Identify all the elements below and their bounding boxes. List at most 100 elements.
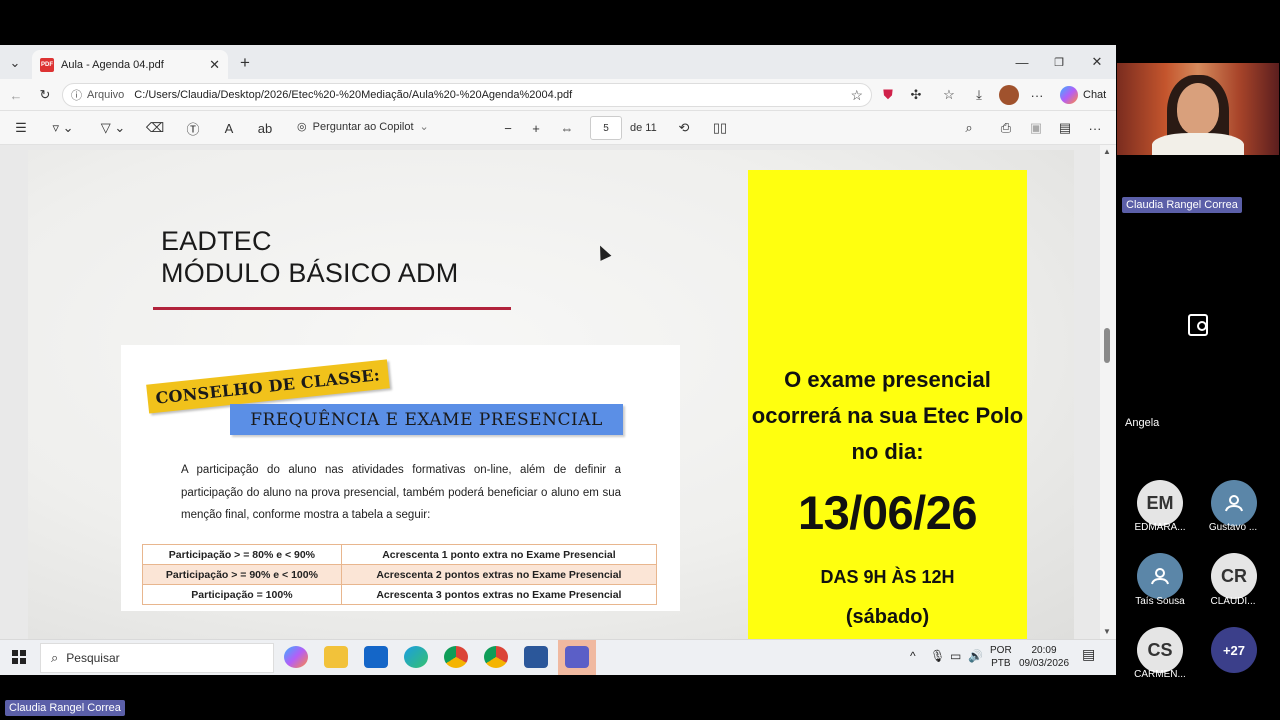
volume-icon[interactable]: 🔊 (968, 650, 983, 663)
profile-avatar[interactable] (999, 85, 1019, 105)
taskbar-search[interactable]: ⌕ Pesquisar (40, 643, 274, 673)
table-cell: Participação = 100% (142, 584, 342, 605)
table-row: Participação > = 90% e < 100% Acrescenta… (142, 564, 658, 585)
page-total: de 11 (630, 122, 657, 134)
extension-icon[interactable]: ⛊ (880, 87, 896, 103)
address-url: C:/Users/Claudia/Desktop/2026/Etec%20-%2… (134, 89, 573, 101)
minimize-icon[interactable]: — (1013, 54, 1031, 70)
save-as-icon[interactable]: ▤ (1057, 120, 1073, 136)
new-tab-icon[interactable]: + (236, 53, 254, 72)
avatar[interactable]: CS (1137, 627, 1183, 673)
table-cell: Acrescenta 2 pontos extras no Exame Pres… (340, 564, 658, 585)
exam-notice-text: O exame presencial ocorrerá na sua Etec … (751, 367, 1024, 464)
clock-date: 09/03/2026 (1018, 658, 1070, 669)
download-icon[interactable]: ⤓ (971, 87, 987, 103)
pdf-icon: PDF (40, 57, 54, 72)
tab-list-chevron-icon[interactable]: ⌄ (6, 55, 24, 71)
windows-start-icon[interactable] (12, 650, 26, 664)
tab-pdf[interactable]: PDF Aula - Agenda 04.pdf ✕ (32, 50, 228, 79)
more-options-icon[interactable]: ··· (1029, 87, 1045, 103)
restore-icon[interactable]: ❐ (1050, 54, 1068, 70)
browser-window: ⌄ PDF Aula - Agenda 04.pdf ✕ + — ❐ ✕ ← ↻… (0, 45, 1116, 675)
address-bar-row: ← ↻ ⓘ Arquivo C:/Users/Claudia/Desktop/2… (0, 79, 1116, 111)
text-box-icon[interactable]: Ⓣ (184, 120, 202, 137)
info-icon: ⓘ (71, 90, 82, 102)
participant-name: Taís Sousa (1135, 596, 1185, 607)
search-icon[interactable]: ⌕ (961, 120, 977, 136)
pdf-page: EADTEC MÓDULO BÁSICO ADM CONSELHO DE CLA… (28, 150, 1074, 639)
edge-icon[interactable] (404, 646, 428, 668)
scroll-down-icon[interactable]: ▼ (1103, 627, 1111, 636)
more-participants-button[interactable]: +27 (1211, 627, 1257, 673)
language-indicator[interactable]: POR PTB (990, 644, 1012, 670)
favorites-icon[interactable]: ☆ (941, 87, 957, 103)
title-underline (153, 307, 511, 310)
local-user-name-tag: Claudia Rangel Correa (5, 700, 125, 716)
highlight-icon[interactable]: ▿ ⌄ (48, 120, 78, 136)
print-icon[interactable]: ⎙ (998, 120, 1014, 136)
chrome-profile-icon[interactable] (484, 646, 508, 668)
chrome-icon[interactable] (444, 646, 468, 668)
clock-time: 20:09 (1031, 645, 1057, 656)
presenter-name-tag: Claudia Rangel Correa (1122, 197, 1242, 213)
rotate-icon[interactable]: ⟲ (676, 120, 692, 136)
attendance-banner: FREQUÊNCIA E EXAME PRESENCIAL (230, 404, 623, 435)
battery-icon[interactable]: ▭ (950, 650, 961, 663)
show-hidden-icons-icon[interactable]: ^ (910, 650, 916, 663)
notifications-icon[interactable]: ▤ (1082, 647, 1095, 661)
close-window-icon[interactable]: ✕ (1088, 54, 1106, 70)
zoom-in-icon[interactable]: + (528, 120, 544, 136)
refresh-icon[interactable]: ↻ (36, 86, 54, 104)
scroll-up-icon[interactable]: ▲ (1103, 147, 1111, 156)
participant-name: EDMARA... (1134, 522, 1186, 533)
teams-active-slot[interactable] (558, 640, 596, 675)
contents-list-icon[interactable]: ☰ (12, 120, 30, 136)
save-icon[interactable]: ▣ (1028, 120, 1044, 136)
zoom-out-icon[interactable]: − (500, 120, 516, 136)
table-cell: Participação > = 80% e < 90% (142, 544, 342, 565)
clock[interactable]: 20:09 09/03/2026 (1018, 644, 1070, 670)
teams-icon (565, 646, 589, 668)
address-field[interactable]: ⓘ Arquivo C:/Users/Claudia/Desktop/2026/… (62, 83, 872, 107)
eraser-icon[interactable]: ⌫ (146, 120, 164, 136)
exam-notice-box: O exame presencial ocorrerá na sua Etec … (748, 170, 1027, 639)
page-view-icon[interactable]: ▯▯ (712, 120, 728, 136)
close-tab-icon[interactable]: ✕ (209, 57, 220, 73)
presenter-face (1177, 83, 1219, 135)
extensions-puzzle-icon[interactable]: ✣ (908, 87, 924, 103)
fit-width-icon[interactable]: ⇔ (558, 120, 576, 136)
back-icon[interactable]: ← (7, 86, 25, 104)
avatar[interactable]: CR (1211, 553, 1257, 599)
table-row: Participação > = 80% e < 90% Acrescenta … (142, 544, 658, 565)
presenter-video (1117, 63, 1279, 155)
participant-name: Gustavo ... (1208, 522, 1258, 533)
screen-share-icon[interactable] (1188, 314, 1208, 336)
vertical-scrollbar[interactable]: ▲ ▼ (1100, 145, 1116, 639)
keyboard-code: PTB (991, 658, 1011, 669)
read-aloud-icon[interactable]: A (220, 120, 238, 136)
page-number-input[interactable]: 5 (590, 116, 622, 140)
microphone-icon[interactable]: 🎙 (930, 650, 945, 663)
translate-icon[interactable]: ab (256, 120, 274, 136)
participation-paragraph: A participação do aluno nas atividades f… (181, 464, 621, 521)
participant-angela: Angela (1125, 417, 1160, 429)
scrollbar-thumb[interactable] (1104, 328, 1110, 363)
slide-title-line1: EADTEC (161, 226, 272, 256)
copilot-chat-button[interactable]: Chat (1060, 86, 1106, 104)
table-cell: Participação > = 90% e < 100% (142, 564, 342, 585)
table-cell: Acrescenta 3 pontos extras no Exame Pres… (340, 584, 658, 605)
draw-icon[interactable]: ▽ ⌄ (96, 120, 130, 136)
pdf-viewer[interactable]: EADTEC MÓDULO BÁSICO ADM CONSELHO DE CLA… (0, 145, 1116, 639)
avatar[interactable]: EM (1137, 480, 1183, 526)
favorite-star-icon[interactable]: ☆ (850, 87, 863, 104)
user-avatar-icon[interactable] (1211, 480, 1257, 526)
chevron-down-icon: ⌄ (419, 121, 429, 133)
file-explorer-icon[interactable] (324, 646, 348, 668)
more-tools-icon[interactable]: ··· (1087, 120, 1103, 136)
copilot-app-icon[interactable] (284, 646, 308, 668)
user-avatar-icon[interactable] (1137, 553, 1183, 599)
ask-copilot-button[interactable]: ◎ Perguntar ao Copilot ⌄ (297, 120, 429, 134)
outlook-icon[interactable] (364, 646, 388, 668)
word-icon[interactable] (524, 646, 548, 668)
participant-name: CARMEN... (1134, 669, 1186, 680)
